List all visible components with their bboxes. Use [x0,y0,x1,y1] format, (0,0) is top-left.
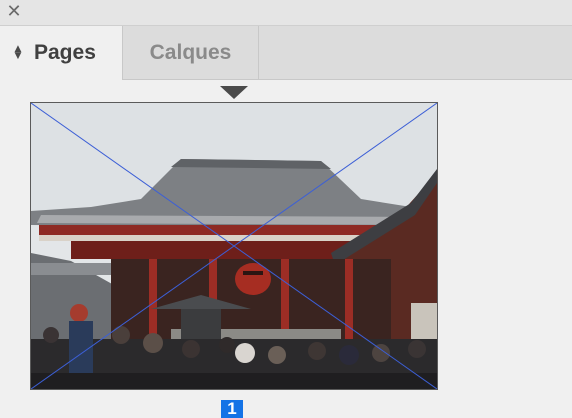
page-thumbnail[interactable] [30,102,438,390]
tab-calques[interactable]: Calques [123,26,259,79]
tab-calques-label: Calques [149,40,232,64]
master-marker-icon [220,86,248,99]
panel-tab-bar: ▲ ▼ Pages Calques [0,26,572,80]
tab-pages[interactable]: ▲ ▼ Pages [0,26,123,80]
tab-pages-label: Pages [34,41,96,64]
temple-photo [31,103,437,389]
panel-title-bar: ✕ [0,0,572,26]
close-icon[interactable]: ✕ [6,3,22,21]
updown-icon: ▲ ▼ [14,44,22,61]
page-number-badge[interactable]: 1 [221,400,243,418]
